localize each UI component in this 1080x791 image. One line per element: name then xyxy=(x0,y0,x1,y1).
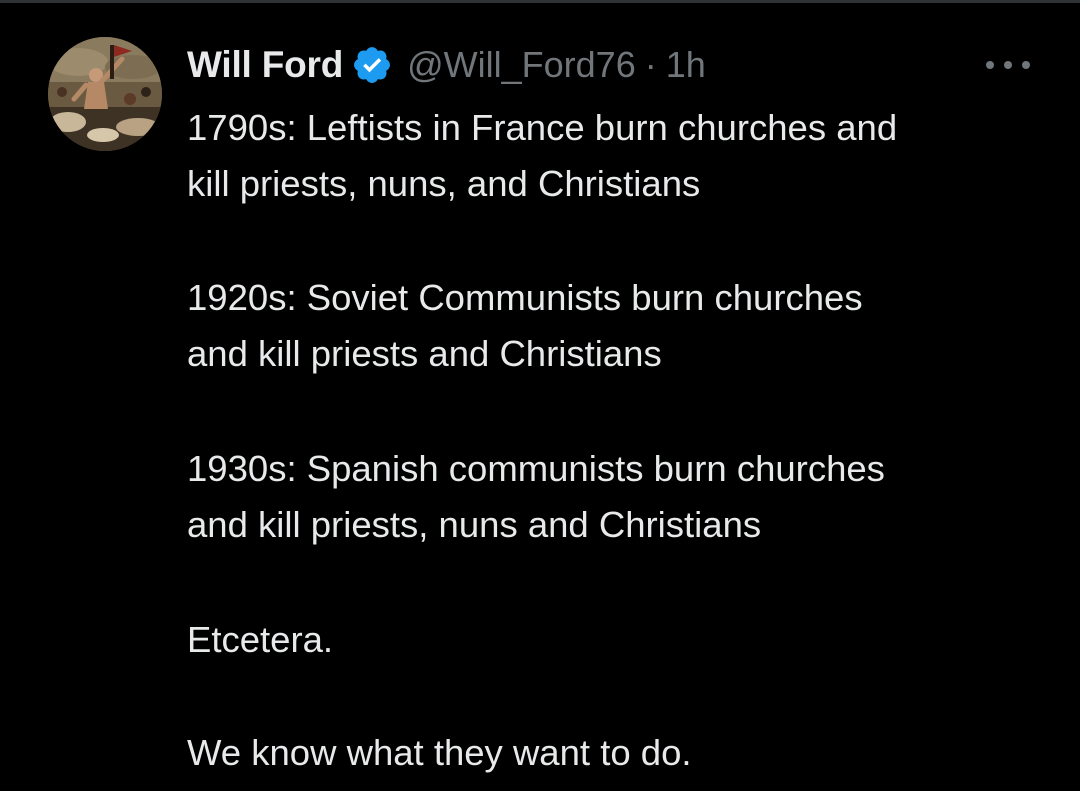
more-dot xyxy=(1022,61,1030,69)
separator-dot: · xyxy=(644,44,657,85)
more-dot xyxy=(1004,61,1012,69)
more-dot xyxy=(986,61,994,69)
tweet-header: Will Ford @Will_Ford76 · 1h xyxy=(187,40,706,90)
tweet-text-line: 1790s: Leftists in France burn churches … xyxy=(187,107,898,148)
author-handle[interactable]: @Will_Ford76 xyxy=(407,44,636,86)
tweet-text-line: 1920s: Soviet Communists burn churches xyxy=(187,277,863,318)
tweet-text-line: 1930s: Spanish communists burn churches xyxy=(187,448,885,489)
more-horizontal-icon[interactable] xyxy=(986,55,1030,75)
tweet-text-line: Etcetera. xyxy=(187,619,334,660)
tweet-text-line: We know what they want to do. xyxy=(187,732,692,773)
tweet[interactable]: Will Ford @Will_Ford76 · 1h 1790s: Lefti… xyxy=(0,0,1080,791)
tweet-text-line: and kill priests, nuns and Christians xyxy=(187,504,762,545)
avatar-painting-image xyxy=(48,37,162,151)
verified-badge-icon[interactable] xyxy=(351,44,393,86)
timestamp[interactable]: 1h xyxy=(666,44,706,86)
tweet-text-line: and kill priests and Christians xyxy=(187,333,662,374)
avatar[interactable] xyxy=(48,37,162,151)
author-display-name[interactable]: Will Ford xyxy=(187,44,343,86)
tweet-text-line: kill priests, nuns, and Christians xyxy=(187,163,701,204)
